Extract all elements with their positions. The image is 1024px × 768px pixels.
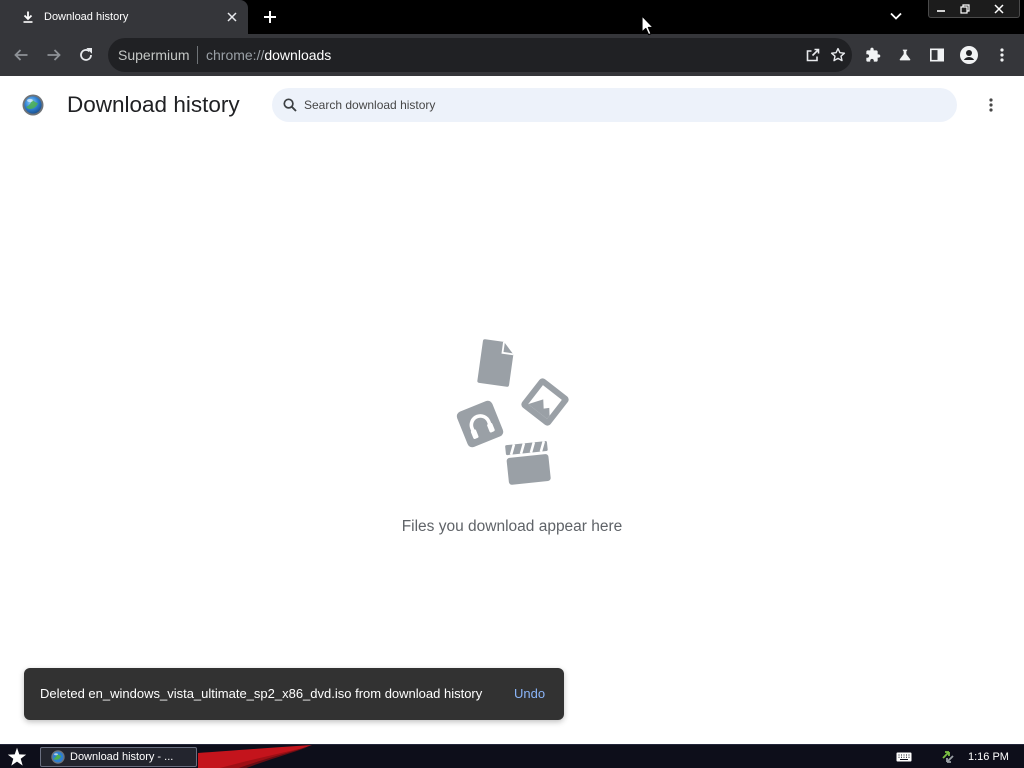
window-controls: [928, 0, 1020, 18]
tab-search-button[interactable]: [890, 12, 902, 20]
url-scheme: chrome://: [206, 47, 265, 63]
star-icon: [830, 47, 846, 62]
taskbar-button-download-history[interactable]: Download history - ...: [40, 747, 197, 767]
keyboard-icon[interactable]: [896, 752, 912, 762]
side-panel-button[interactable]: [929, 47, 945, 63]
search-box[interactable]: [272, 88, 957, 122]
mouse-pointer-icon: [641, 15, 654, 36]
flask-icon: [899, 49, 911, 61]
reload-icon: [80, 48, 92, 61]
restore-icon: [960, 3, 970, 14]
undo-button[interactable]: Undo: [514, 685, 545, 703]
forward-button[interactable]: [46, 47, 62, 63]
extensions-button[interactable]: [865, 47, 881, 63]
network-icon[interactable]: [940, 749, 956, 765]
more-vert-icon: [989, 98, 993, 112]
url-host: downloads: [264, 47, 332, 63]
tab-download-history[interactable]: Download history: [0, 0, 248, 34]
side-panel-icon: [929, 48, 944, 62]
taskbar: Download history - ... 1:16 PM: [0, 744, 1024, 768]
search-icon: [283, 98, 297, 112]
image-icon: [521, 378, 569, 426]
plus-icon: [264, 11, 276, 23]
close-icon: [994, 3, 1004, 14]
omnibox-separator: [197, 46, 198, 64]
minimize-button[interactable]: [929, 0, 953, 17]
close-window-button[interactable]: [977, 0, 1021, 17]
empty-state-illustration: [456, 339, 569, 485]
taskbar-button-label: Download history - ...: [70, 751, 174, 763]
undo-toast: Deleted en_windows_vista_ultimate_sp2_x8…: [24, 668, 564, 720]
profile-button[interactable]: [960, 46, 978, 64]
share-icon: [806, 48, 820, 62]
clapperboard-icon: [505, 440, 551, 485]
omnibox[interactable]: Supermium chrome://downloads: [108, 38, 852, 72]
page-title: Download history: [67, 92, 240, 117]
download-icon: [22, 11, 34, 23]
back-button[interactable]: [13, 47, 29, 63]
browser-menu-button[interactable]: [994, 47, 1010, 63]
new-tab-button[interactable]: [263, 10, 277, 24]
arrow-right-icon: [47, 49, 61, 61]
downloads-page: Download history Search download history…: [0, 76, 1024, 744]
document-icon: [477, 339, 514, 387]
screen: Download history Supermium chrome://down…: [0, 0, 1024, 768]
tab-title: Download history: [44, 11, 129, 23]
profile-avatar-icon: [960, 46, 978, 64]
search-input[interactable]: [304, 88, 944, 122]
toast-message: Deleted en_windows_vista_ultimate_sp2_x8…: [40, 686, 483, 701]
reload-button[interactable]: [78, 47, 94, 63]
wallpaper-red-swoosh: [198, 745, 312, 768]
globe-icon: [51, 750, 65, 764]
tab-strip: Download history: [0, 0, 1024, 34]
empty-state-message: Files you download appear here: [401, 518, 623, 535]
start-button[interactable]: [7, 747, 27, 767]
omnibox-url[interactable]: chrome://downloads: [206, 46, 331, 64]
share-button[interactable]: [805, 47, 821, 63]
labs-button[interactable]: [897, 47, 913, 63]
bookmark-button[interactable]: [830, 47, 846, 63]
chevron-down-icon: [890, 12, 902, 20]
omnibox-origin-chip[interactable]: Supermium: [118, 46, 190, 64]
tab-close-icon[interactable]: [227, 12, 237, 22]
more-vert-icon: [1000, 48, 1004, 62]
headphones-icon: [456, 400, 504, 448]
start-star-icon: [7, 747, 27, 766]
page-menu-button[interactable]: [983, 97, 999, 113]
puzzle-icon: [866, 47, 881, 62]
arrow-left-icon: [14, 49, 28, 61]
toolbar: Supermium chrome://downloads: [0, 34, 1024, 76]
supermium-logo-icon: [22, 94, 44, 116]
taskbar-clock: 1:16 PM: [968, 751, 1009, 763]
restore-button[interactable]: [953, 0, 977, 17]
minimize-icon: [937, 9, 945, 12]
